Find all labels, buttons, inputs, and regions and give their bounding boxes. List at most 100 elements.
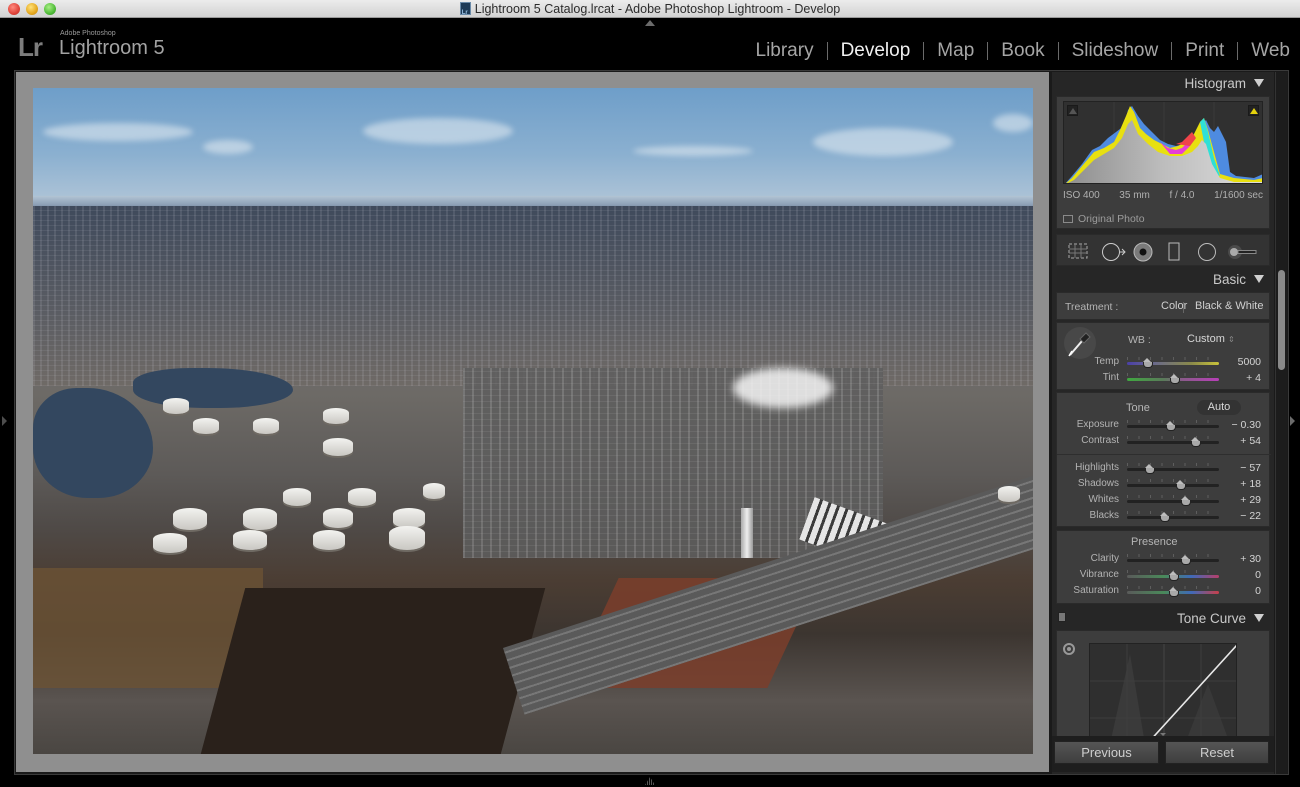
module-library[interactable]: Library [756, 40, 814, 62]
right-panel-collapse-icon[interactable] [1290, 416, 1295, 426]
basic-header[interactable]: Basic [1052, 269, 1274, 291]
panel-scrollbar-thumb[interactable] [1278, 270, 1285, 370]
slider-ticks [1127, 357, 1219, 360]
histogram-header[interactable]: Histogram [1052, 73, 1274, 95]
shadow-clipping-indicator[interactable] [1067, 105, 1078, 116]
storage-tank [313, 530, 345, 550]
cloud [633, 146, 753, 156]
tint-slider-thumb[interactable] [1169, 374, 1180, 384]
auto-tone-button[interactable]: Auto [1197, 400, 1241, 415]
highlights-label: Highlights [1075, 462, 1119, 473]
red-eye-icon[interactable] [1133, 242, 1153, 262]
clarity-label: Clarity [1090, 553, 1119, 564]
storage-tank [389, 526, 425, 550]
module-map[interactable]: Map [937, 40, 974, 62]
collapse-triangle-icon[interactable] [1254, 275, 1264, 283]
top-panel-collapse-icon[interactable] [645, 20, 655, 26]
saturation-value[interactable]: 0 [1255, 585, 1261, 597]
temp-slider-thumb[interactable] [1142, 358, 1154, 368]
blacks-slider-track[interactable] [1127, 516, 1219, 519]
tool-strip [1056, 234, 1270, 266]
original-photo-label: Original Photo [1078, 213, 1145, 225]
blacks-value[interactable]: − 22 [1240, 510, 1261, 522]
develop-right-panel: Histogram ISO 400 35 mm f / 4.0 1/1600 s… [1052, 72, 1274, 774]
shadows-slider-thumb[interactable] [1175, 480, 1187, 490]
lightroom-logo-icon: Lr [18, 32, 43, 62]
module-separator [1057, 42, 1059, 60]
wb-preset-select[interactable]: Custom ⇕ [1187, 333, 1235, 345]
histogram-graph[interactable] [1063, 101, 1263, 184]
filmstrip-toggle-icon[interactable] [645, 777, 655, 785]
panel-scrollbar[interactable] [1275, 72, 1287, 774]
white-balance-section: WB : Custom ⇕ Temp 5000 Tint + 4 [1056, 322, 1270, 390]
targeted-adjustment-icon[interactable] [1063, 643, 1075, 655]
whites-slider-track[interactable] [1127, 500, 1219, 503]
shadows-slider-row: Shadows + 18 [1057, 477, 1271, 493]
exposure-slider-thumb[interactable] [1165, 421, 1177, 431]
slider-ticks [1127, 554, 1219, 557]
original-photo-checkbox[interactable] [1063, 215, 1073, 223]
temp-slider-track[interactable] [1127, 362, 1219, 365]
contrast-value[interactable]: + 54 [1240, 435, 1261, 447]
module-slideshow[interactable]: Slideshow [1072, 40, 1159, 62]
saturation-slider-thumb[interactable] [1168, 587, 1179, 597]
shadow-clipping-triangle-icon [1069, 108, 1077, 114]
exposure-value[interactable]: − 0.30 [1232, 419, 1262, 431]
highlight-clipping-indicator[interactable] [1248, 105, 1259, 116]
tone-curve-header[interactable]: Tone Curve [1052, 608, 1274, 630]
reset-button[interactable]: Reset [1165, 741, 1269, 764]
temp-label: Temp [1094, 356, 1119, 367]
left-panel-expand-icon[interactable] [2, 416, 7, 426]
highlights-value[interactable]: − 57 [1240, 462, 1261, 474]
collapse-triangle-icon[interactable] [1254, 79, 1264, 87]
contrast-slider-track[interactable] [1127, 441, 1219, 444]
photo-preview[interactable] [33, 88, 1033, 754]
spot-removal-icon[interactable] [1101, 242, 1127, 262]
temp-slider-row: Temp 5000 [1057, 355, 1271, 371]
original-photo-toggle[interactable]: Original Photo [1063, 213, 1145, 225]
clarity-slider-thumb[interactable] [1180, 555, 1191, 565]
tone-curve-graph[interactable] [1089, 643, 1237, 743]
shadows-value[interactable]: + 18 [1240, 478, 1261, 490]
shadows-slider-track[interactable] [1127, 484, 1219, 487]
river [133, 368, 293, 408]
collapse-triangle-icon[interactable] [1254, 614, 1264, 622]
highlights-slider-thumb[interactable] [1144, 464, 1156, 474]
presence-section: Presence Clarity + 30 Vibrance 0 Saturat… [1056, 530, 1270, 604]
adjustment-brush-icon[interactable] [1227, 242, 1259, 262]
module-web[interactable]: Web [1251, 40, 1290, 62]
cloud [363, 118, 513, 144]
tone-curve-title: Tone Curve [1176, 611, 1246, 626]
graduated-filter-icon[interactable] [1167, 242, 1181, 262]
slider-ticks [1127, 495, 1219, 498]
module-develop[interactable]: Develop [841, 40, 911, 62]
clarity-slider-track[interactable] [1127, 559, 1219, 562]
exposure-slider-row: Exposure − 0.30 [1057, 418, 1271, 434]
cloud [203, 140, 253, 154]
previous-button[interactable]: Previous [1054, 741, 1159, 764]
tint-value[interactable]: + 4 [1246, 372, 1261, 384]
window-titlebar: Lightroom 5 Catalog.lrcat - Adobe Photos… [0, 0, 1300, 21]
vibrance-slider-thumb[interactable] [1168, 571, 1179, 581]
pond [200, 588, 546, 754]
temp-value[interactable]: 5000 [1238, 356, 1261, 368]
whites-value[interactable]: + 29 [1240, 494, 1261, 506]
vibrance-value[interactable]: 0 [1255, 569, 1261, 581]
contrast-slider-thumb[interactable] [1190, 437, 1202, 447]
slider-ticks [1127, 463, 1219, 466]
module-book[interactable]: Book [1001, 40, 1044, 62]
blacks-slider-thumb[interactable] [1159, 512, 1170, 522]
storage-tank [253, 418, 279, 434]
slider-ticks [1127, 436, 1219, 439]
whites-slider-thumb[interactable] [1180, 496, 1191, 506]
radial-filter-icon[interactable] [1197, 242, 1217, 262]
slider-ticks [1127, 511, 1219, 514]
storage-tank [323, 408, 349, 424]
highlights-slider-track[interactable] [1127, 468, 1219, 471]
module-print[interactable]: Print [1185, 40, 1224, 62]
product-name: Lightroom 5 [59, 37, 165, 59]
smokestack [741, 508, 753, 558]
crop-overlay-icon[interactable] [1067, 242, 1089, 260]
treatment-bw-option[interactable]: Black & White [1195, 300, 1263, 312]
clarity-value[interactable]: + 30 [1240, 553, 1261, 565]
